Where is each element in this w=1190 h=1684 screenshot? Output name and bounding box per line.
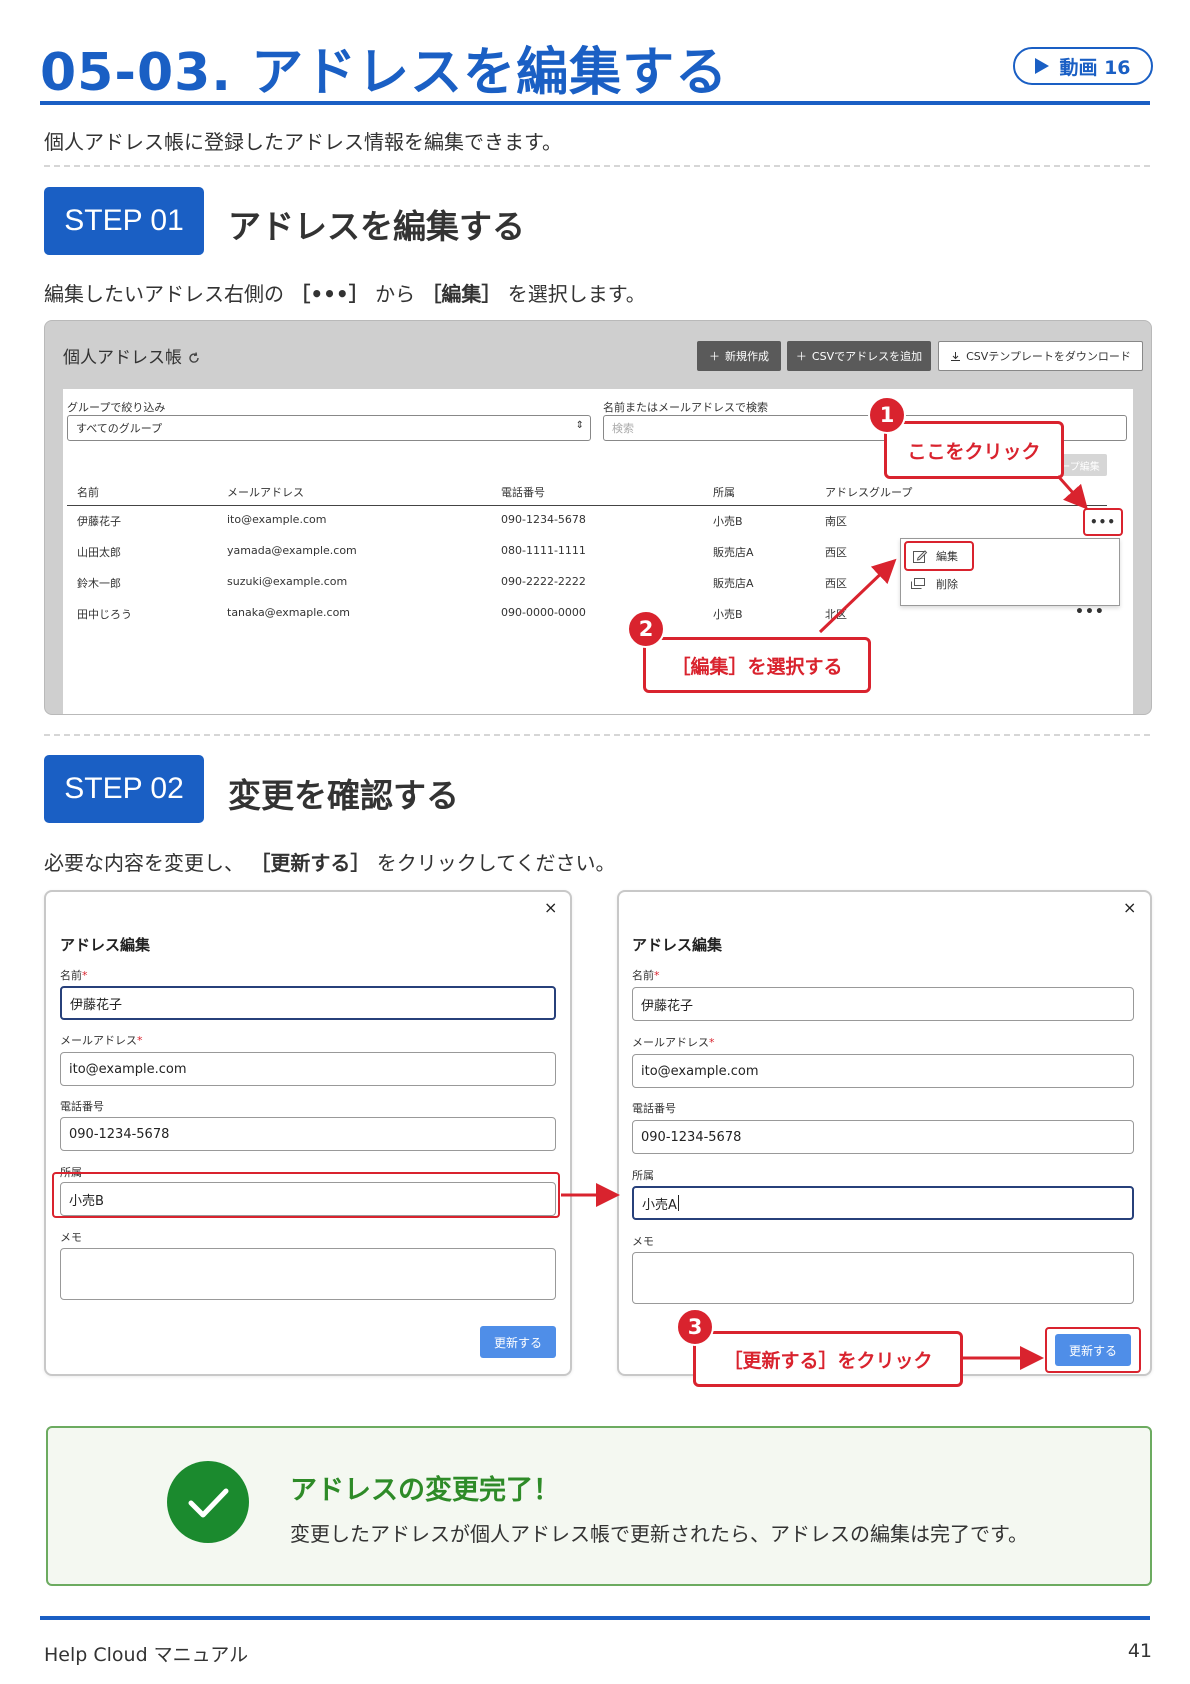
footer-manual-name: Help Cloud マニュアル — [44, 1644, 249, 1666]
step1-arrows — [818, 475, 1088, 634]
footer-divider — [40, 1616, 1150, 1620]
name-field[interactable]: 伊藤花子 — [60, 986, 556, 1020]
step-desc-2: 必要な内容を変更し、 ［更新する］ をクリックしてください。 — [44, 847, 616, 876]
page-number: 41 — [1127, 1640, 1152, 1662]
email-label: メールアドレス* — [632, 1034, 715, 1050]
name-label: 名前* — [60, 967, 88, 983]
email-field[interactable]: ito@example.com — [632, 1054, 1134, 1088]
step2-desc-pre: 必要な内容を変更し、 — [44, 851, 244, 875]
section-divider — [44, 734, 1150, 736]
email-label-text: メールアドレス — [60, 1034, 137, 1047]
required-mark: * — [709, 1036, 715, 1049]
check-icon — [167, 1461, 249, 1543]
arrow-icon — [1056, 475, 1088, 510]
phone-label: 電話番号 — [632, 1102, 676, 1115]
required-mark: * — [82, 969, 88, 982]
name-field[interactable]: 伊藤花子 — [632, 987, 1134, 1021]
email-label: メールアドレス* — [60, 1032, 143, 1048]
phone-field[interactable]: 090-1234-5678 — [632, 1120, 1134, 1154]
step2-arrows — [561, 1183, 1044, 1370]
close-icon[interactable]: × — [1123, 898, 1136, 917]
phone-label: 電話番号 — [60, 1100, 104, 1113]
dialog-title: アドレス編集 — [632, 936, 723, 954]
name-label: 名前* — [632, 967, 660, 983]
name-label-text: 名前 — [60, 969, 82, 982]
step2-desc-post: をクリックしてください。 — [376, 851, 616, 875]
close-icon[interactable]: × — [544, 898, 557, 917]
step-badge-2: STEP 02 — [44, 755, 204, 823]
arrow-icon — [818, 558, 897, 634]
dialog-title: アドレス編集 — [60, 936, 151, 954]
phone-field[interactable]: 090-1234-5678 — [60, 1117, 556, 1151]
name-label-text: 名前 — [632, 969, 654, 982]
completion-title: アドレスの変更完了！ — [290, 1475, 560, 1506]
email-label-text: メールアドレス — [632, 1036, 709, 1049]
required-mark: * — [654, 969, 660, 982]
step2-desc-key: ［更新する］ — [250, 851, 371, 875]
required-mark: * — [137, 1034, 143, 1047]
step-title-2: 変更を確認する — [228, 776, 459, 815]
completion-text: 変更したアドレスが個人アドレス帳で更新されたら、アドレスの編集は完了です。 — [290, 1522, 1028, 1546]
email-field[interactable]: ito@example.com — [60, 1052, 556, 1086]
